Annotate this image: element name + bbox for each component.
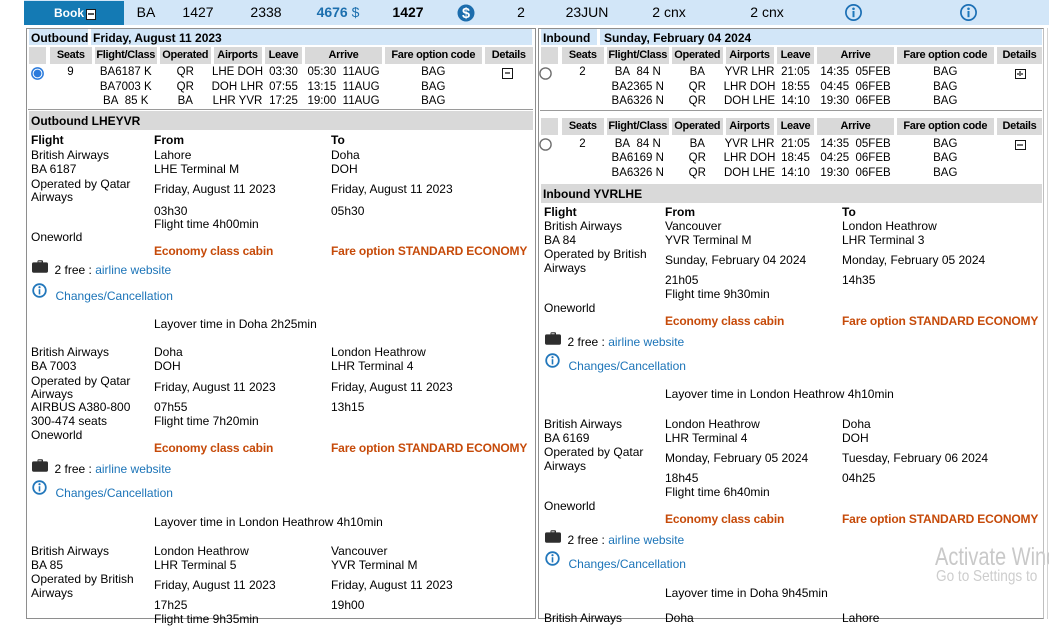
svg-text:$: $ — [462, 6, 470, 22]
